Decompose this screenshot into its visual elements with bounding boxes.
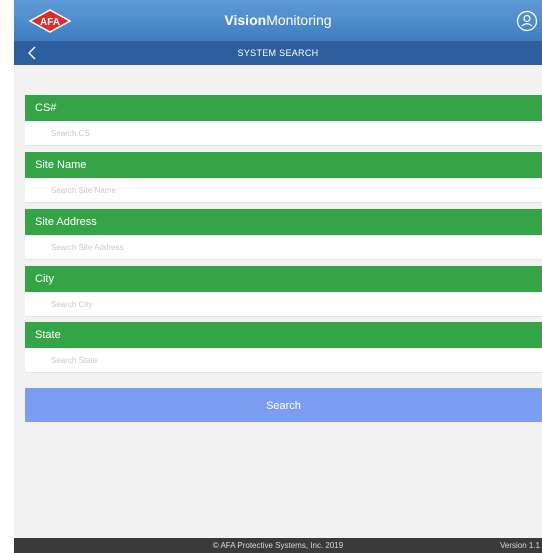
field-city: City: [25, 266, 542, 317]
version-text: Version 1.1: [499, 541, 540, 550]
page-title: SYSTEM SEARCH: [237, 48, 319, 58]
field-site-address: Site Address: [25, 209, 542, 260]
field-state: State: [25, 322, 542, 373]
app-title: VisionMonitoring: [14, 0, 542, 41]
cs-number-input[interactable]: [25, 121, 542, 146]
field-label-site-name: Site Name: [25, 152, 542, 178]
field-label-city: City: [25, 266, 542, 292]
copyright-text: © AFA Protective Systems, Inc. 2019: [212, 541, 344, 550]
field-label-site-address: Site Address: [25, 209, 542, 235]
app-title-bold: Vision: [224, 12, 267, 28]
top-app-bar: AFA VisionMonitoring: [14, 0, 542, 41]
footer: © AFA Protective Systems, Inc. 2019 Vers…: [14, 538, 542, 553]
search-button[interactable]: Search: [25, 388, 542, 422]
sub-header: SYSTEM SEARCH: [14, 41, 542, 65]
site-address-input[interactable]: [25, 235, 542, 260]
user-circle-icon[interactable]: [516, 10, 538, 32]
field-label-cs-number: CS#: [25, 95, 542, 121]
city-input[interactable]: [25, 292, 542, 317]
field-cs-number: CS#: [25, 95, 542, 146]
app-title-rest: Monitoring: [266, 12, 332, 28]
app-frame: AFA VisionMonitoring SYSTEM SEARCH CS# S…: [14, 0, 542, 553]
field-site-name: Site Name: [25, 152, 542, 203]
site-name-input[interactable]: [25, 178, 542, 203]
state-input[interactable]: [25, 348, 542, 373]
field-label-state: State: [25, 322, 542, 348]
